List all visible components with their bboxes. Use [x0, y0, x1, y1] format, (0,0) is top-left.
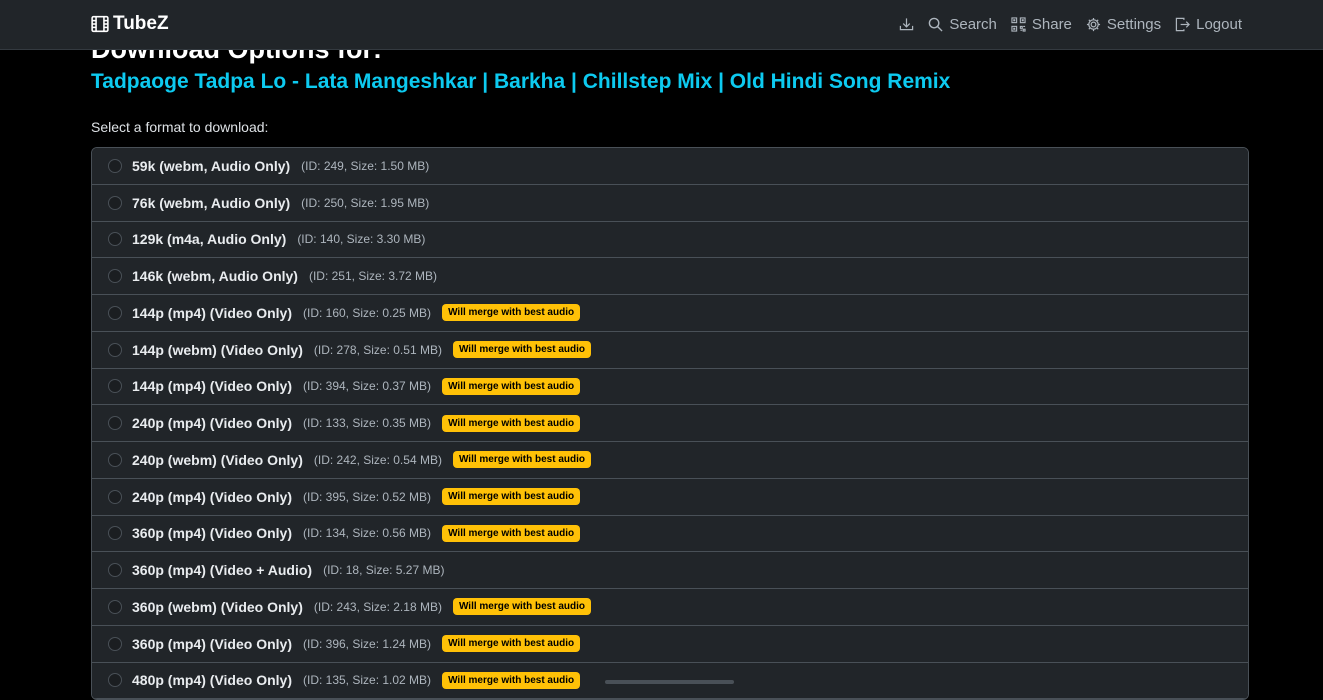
merge-badge: Will merge with best audio [452, 451, 591, 469]
format-option[interactable]: 129k (m4a, Audio Only) (ID: 140, Size: 3.… [92, 221, 1248, 259]
format-meta: (ID: 396, Size: 1.24 MB) [303, 636, 432, 651]
format-label: 144p (webm) (Video Only) [132, 341, 303, 358]
format-radio[interactable] [108, 526, 122, 541]
format-radio[interactable] [108, 305, 122, 320]
video-title: Tadpaoge Tadpa Lo - Lata Mangeshkar | Ba… [91, 70, 951, 93]
format-meta: (ID: 251, Size: 3.72 MB) [308, 269, 438, 284]
format-option[interactable]: 144p (mp4) (Video Only) (ID: 160, Size: 0… [92, 295, 1248, 332]
merge-badge: Will merge with best audio [442, 304, 581, 322]
logout-icon [1175, 17, 1191, 32]
gear-icon [1086, 17, 1101, 32]
format-meta: (ID: 18, Size: 5.27 MB) [323, 563, 445, 578]
brand-link[interactable]: TubeZ [91, 12, 169, 36]
format-option[interactable]: 146k (webm, Audio Only) (ID: 251, Size: 3… [92, 258, 1248, 295]
format-radio[interactable] [108, 452, 122, 467]
nav-settings[interactable]: Settings [1086, 16, 1161, 33]
format-option[interactable]: 240p (webm) (Video Only) (ID: 242, Size: … [92, 442, 1248, 479]
format-meta: (ID: 242, Size: 0.54 MB) [313, 452, 442, 467]
format-radio[interactable] [108, 342, 122, 357]
format-meta: (ID: 394, Size: 0.37 MB) [303, 379, 432, 394]
format-radio[interactable] [108, 636, 122, 651]
nav-share[interactable]: Share [1011, 16, 1072, 33]
merge-badge: Will merge with best audio [442, 671, 581, 689]
format-label: 144p (mp4) (Video Only) [132, 378, 292, 395]
nav-share-label: Share [1031, 15, 1072, 33]
nav-search[interactable]: Search [928, 16, 997, 33]
format-label: 240p (mp4) (Video Only) [132, 488, 292, 505]
format-meta: (ID: 249, Size: 1.50 MB) [301, 158, 430, 173]
search-icon [928, 17, 943, 32]
format-radio[interactable] [108, 379, 122, 394]
format-meta: (ID: 160, Size: 0.25 MB) [303, 305, 432, 320]
format-meta: (ID: 140, Size: 3.30 MB) [297, 232, 426, 247]
navbar: TubeZ Search Share Settings Logout [0, 0, 1323, 50]
format-option[interactable]: 144p (mp4) (Video Only) (ID: 394, Size: 0… [92, 368, 1248, 406]
format-label: 360p (mp4) (Video + Audio) [132, 562, 313, 579]
nav-menu: Search Share Settings Logout [899, 13, 1242, 35]
format-meta: (ID: 250, Size: 1.95 MB) [301, 195, 430, 210]
format-option[interactable]: 59k (webm, Audio Only) (ID: 249, Size: 1.… [92, 148, 1248, 185]
merge-badge: Will merge with best audio [452, 598, 591, 616]
merge-badge: Will merge with best audio [442, 377, 581, 395]
format-meta: (ID: 278, Size: 0.51 MB) [313, 342, 442, 357]
format-option[interactable]: 76k (webm, Audio Only) (ID: 250, Size: 1.… [92, 184, 1248, 222]
format-radio[interactable] [108, 489, 122, 504]
format-meta: (ID: 135, Size: 1.02 MB) [303, 673, 432, 688]
merge-badge: Will merge with best audio [452, 341, 591, 359]
format-radio[interactable] [108, 158, 122, 173]
brand-name: TubeZ [113, 13, 169, 34]
format-radio[interactable] [108, 232, 122, 247]
nav-logout-label: Logout [1196, 15, 1242, 33]
format-option[interactable]: 240p (mp4) (Video Only) (ID: 133, Size: 0… [92, 405, 1248, 442]
scroll-indicator [605, 680, 734, 684]
format-meta: (ID: 243, Size: 2.18 MB) [313, 599, 442, 614]
download-icon [899, 17, 914, 32]
format-label: 480p (mp4) (Video Only) [132, 672, 292, 689]
qr-code-icon [1011, 16, 1026, 32]
format-option[interactable]: 240p (mp4) (Video Only) (ID: 395, Size: 0… [92, 478, 1248, 516]
format-label: 59k (webm, Audio Only) [132, 157, 291, 174]
format-label: 360p (mp4) (Video Only) [132, 525, 292, 542]
format-label: 146k (webm, Audio Only) [132, 268, 298, 285]
format-radio[interactable] [108, 269, 122, 284]
format-meta: (ID: 133, Size: 0.35 MB) [303, 416, 432, 431]
format-option[interactable]: 360p (mp4) (Video + Audio) (ID: 18, Size:… [92, 552, 1248, 589]
format-option[interactable]: 360p (mp4) (Video Only) (ID: 134, Size: 0… [92, 515, 1248, 553]
format-label: 240p (webm) (Video Only) [132, 451, 303, 468]
format-meta: (ID: 395, Size: 0.52 MB) [303, 489, 432, 504]
merge-badge: Will merge with best audio [442, 524, 581, 542]
merge-badge: Will merge with best audio [442, 414, 581, 432]
format-radio[interactable] [108, 416, 122, 431]
nav-search-label: Search [949, 15, 997, 33]
format-radio[interactable] [108, 563, 122, 578]
format-radio[interactable] [108, 195, 122, 210]
format-label: 360p (webm) (Video Only) [132, 598, 303, 615]
nav-logout[interactable]: Logout [1175, 16, 1242, 33]
merge-badge: Will merge with best audio [442, 488, 581, 506]
format-option[interactable]: 144p (webm) (Video Only) (ID: 278, Size: … [92, 331, 1248, 369]
format-list: 59k (webm, Audio Only) (ID: 249, Size: 1.… [91, 147, 1249, 700]
format-label: 76k (webm, Audio Only) [132, 194, 291, 211]
format-option[interactable]: 360p (webm) (Video Only) (ID: 243, Size: … [92, 589, 1248, 626]
merge-badge: Will merge with best audio [442, 635, 581, 653]
format-select-label: Select a format to download: [91, 119, 269, 135]
format-meta: (ID: 134, Size: 0.56 MB) [303, 526, 432, 541]
format-label: 240p (mp4) (Video Only) [132, 415, 292, 432]
nav-downloads[interactable] [899, 17, 914, 32]
format-option[interactable]: 360p (mp4) (Video Only) (ID: 396, Size: 1… [92, 625, 1248, 663]
format-radio[interactable] [108, 673, 122, 688]
format-label: 360p (mp4) (Video Only) [132, 635, 292, 652]
nav-settings-label: Settings [1106, 15, 1162, 33]
film-icon [91, 15, 109, 33]
format-label: 144p (mp4) (Video Only) [132, 304, 292, 321]
format-label: 129k (m4a, Audio Only) [132, 231, 287, 248]
format-radio[interactable] [108, 599, 122, 614]
